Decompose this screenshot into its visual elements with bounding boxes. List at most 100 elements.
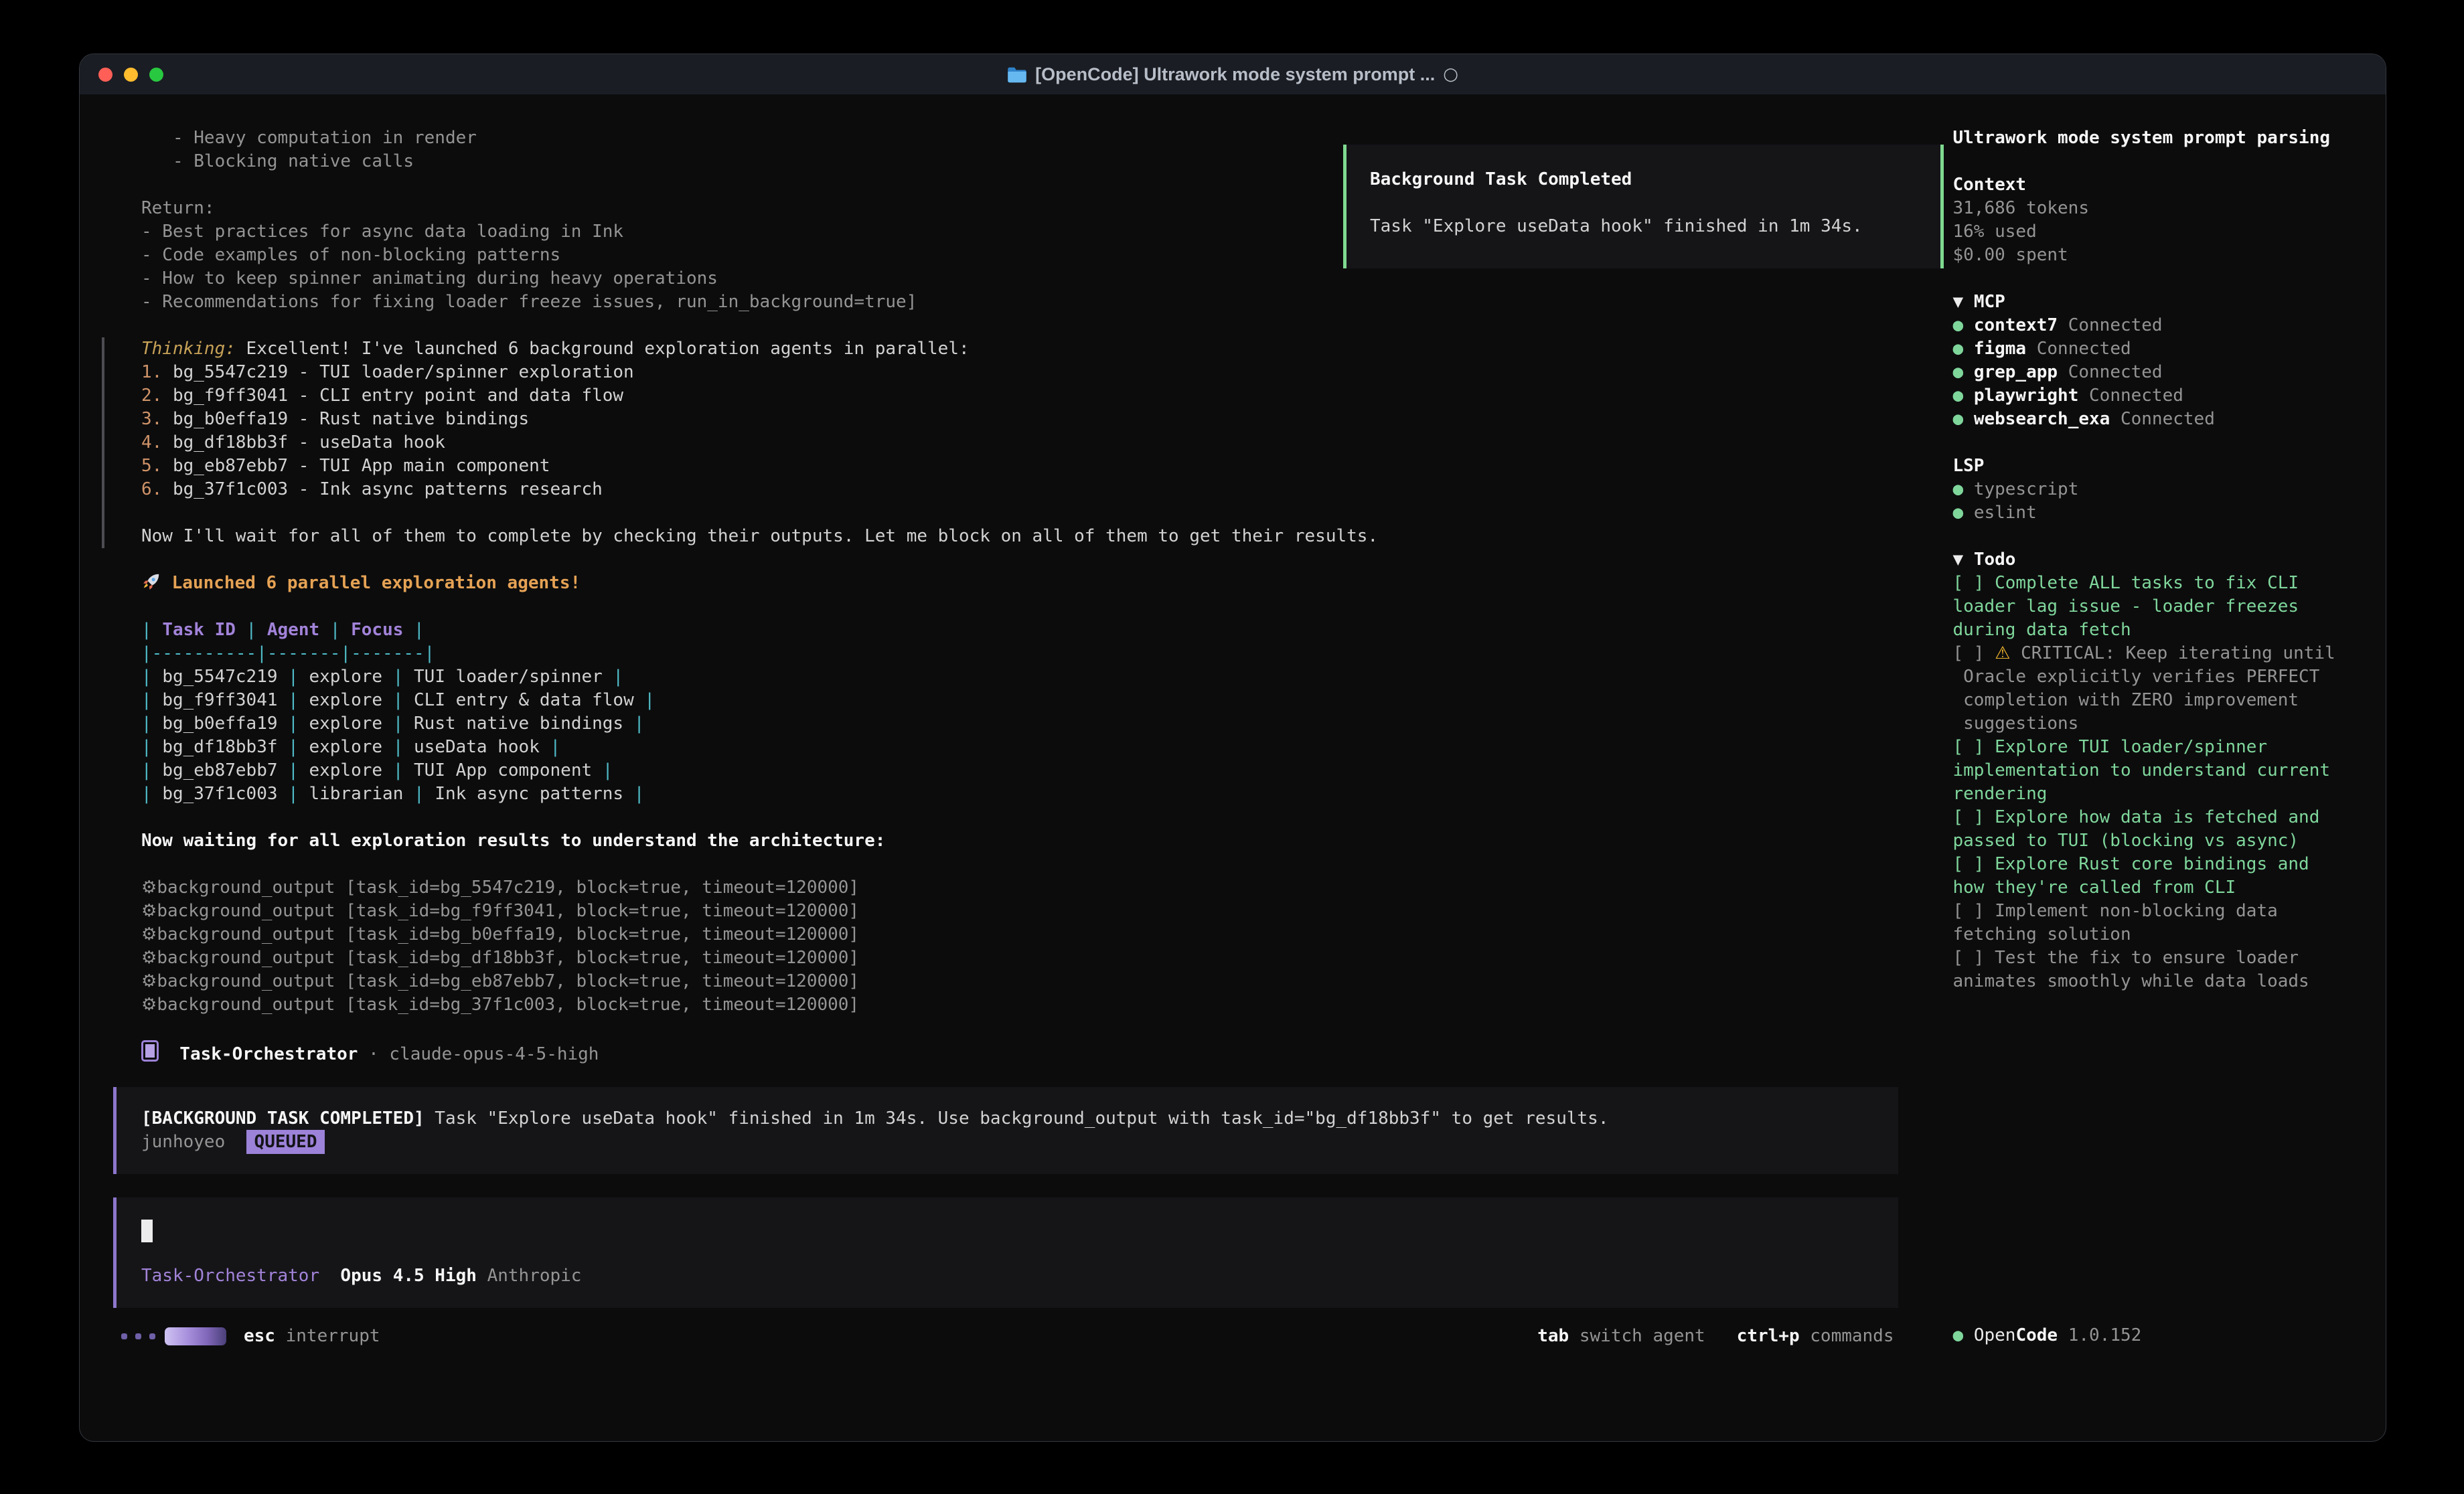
terminal-line: 1. bg_5547c219 - TUI loader/spinner expl… <box>102 361 1948 384</box>
mcp-item: ● context7 Connected <box>1953 314 2386 337</box>
folder-icon <box>1007 64 1027 85</box>
titlebar: [OpenCode] Ultrawork mode system prompt … <box>80 54 2386 94</box>
terminal-line <box>102 501 1948 525</box>
interrupt-hint-wrap: esc interrupt <box>244 1325 380 1348</box>
table-row: | bg_37f1c003 | librarian | Ink async pa… <box>80 782 1948 806</box>
background-task-notification: Background Task Completed Task "Explore … <box>1343 145 1944 268</box>
tool-call: ⚙background_output [task_id=bg_eb87ebb7,… <box>80 970 1948 993</box>
context-header: Context <box>1953 173 2386 197</box>
table-row: | bg_eb87ebb7 | explore | TUI App compon… <box>80 759 1948 782</box>
mcp-item: ● figma Connected <box>1953 337 2386 361</box>
session-title: Ultrawork mode system prompt parsing <box>1953 127 2386 150</box>
todo-item: how they're called from CLI <box>1953 876 2386 900</box>
sidebar-sections: Ultrawork mode system prompt parsing Cont… <box>1953 127 2386 993</box>
gear-icon: ⚙ <box>141 948 157 968</box>
interrupt-hint: esc interrupt <box>244 1325 380 1348</box>
context-tokens: 31,686 tokens <box>1953 197 2386 220</box>
tool-call: ⚙background_output [task_id=bg_df18bb3f,… <box>80 946 1948 970</box>
todo-item: [ ] Implement non-blocking data <box>1953 900 2386 923</box>
table-row: | bg_b0effa19 | explore | Rust native bi… <box>80 712 1948 736</box>
working-spinner-icon <box>165 1327 226 1345</box>
spinner-dot-icon <box>135 1333 141 1339</box>
todo-item: completion with ZERO improvement <box>1953 689 2386 712</box>
spinner-dot-icon <box>121 1333 127 1339</box>
todo-item: during data fetch <box>1953 618 2386 642</box>
mcp-item: ● grep_app Connected <box>1953 361 2386 384</box>
notification-body: Task "Explore useData hook" finished in … <box>1370 216 1863 236</box>
todo-item: implementation to understand current <box>1953 759 2386 782</box>
todo-item: animates smoothly while data loads <box>1953 970 2386 993</box>
section-toggle-todo[interactable]: ▼ Todo <box>1953 548 2386 572</box>
traffic-lights <box>80 68 163 82</box>
window-title-area: [OpenCode] Ultrawork mode system prompt … <box>80 54 2386 94</box>
tool-call: ⚙background_output [task_id=bg_5547c219,… <box>80 876 1948 900</box>
close-button[interactable] <box>98 68 112 82</box>
sidebar[interactable]: Ultrawork mode system prompt parsing Cont… <box>1948 94 2386 1441</box>
gear-icon: ⚙ <box>141 878 157 898</box>
tool-call: ⚙background_output [task_id=bg_f9ff3041,… <box>80 900 1948 923</box>
mcp-item: ● websearch_exa Connected <box>1953 408 2386 431</box>
text-cursor <box>141 1220 153 1242</box>
terminal-line <box>80 548 1948 572</box>
input-footer-row: Task-Orchestrator Opus 4.5 High Anthropi… <box>141 1264 1878 1288</box>
agent-square-icon <box>141 1040 159 1062</box>
system-message-panel: [BACKGROUND TASK COMPLETED] Task "Explor… <box>113 1087 1898 1174</box>
table-row: | bg_df18bb3f | explore | useData hook | <box>80 736 1948 759</box>
gear-icon: ⚙ <box>141 971 157 991</box>
message-meta: junhoyeo QUEUED <box>141 1131 1878 1154</box>
terminal-line: 5. bg_eb87ebb7 - TUI App main component <box>102 454 1948 478</box>
terminal-line: 6. bg_37f1c003 - Ink async patterns rese… <box>102 478 1948 501</box>
todo-item: suggestions <box>1953 712 2386 736</box>
main-column: - Heavy computation in render - Blocking… <box>80 94 1948 1441</box>
gear-icon: ⚙ <box>141 995 157 1015</box>
lsp-item: ● eslint <box>1953 501 2386 525</box>
mcp-item: ● playwright Connected <box>1953 384 2386 408</box>
todo-item: Oracle explicitly verifies PERFECT <box>1953 665 2386 689</box>
lsp-item: ● typescript <box>1953 478 2386 501</box>
todo-item: [ ] Explore TUI loader/spinner <box>1953 736 2386 759</box>
system-message: [BACKGROUND TASK COMPLETED] Task "Explor… <box>141 1107 1878 1131</box>
terminal-line: 3. bg_b0effa19 - Rust native bindings <box>102 408 1948 431</box>
statusbar: esc interrupt tab switch agent ctrl+p co… <box>80 1325 1948 1348</box>
prompt-input-panel[interactable]: Task-Orchestrator Opus 4.5 High Anthropi… <box>113 1197 1898 1308</box>
lsp-header: LSP <box>1953 454 2386 478</box>
terminal-line: Now I'll wait for all of them to complet… <box>102 525 1948 548</box>
proxy-circle-icon: ○ <box>1443 64 1458 84</box>
statusbar-right: tab switch agent ctrl+p commands <box>1537 1325 1894 1348</box>
app-window: [OpenCode] Ultrawork mode system prompt … <box>79 54 2386 1442</box>
todo-item: loader lag issue - loader freezes <box>1953 595 2386 618</box>
terminal-line <box>1953 150 2386 173</box>
warning-icon: ⚠ <box>1995 643 2010 663</box>
keyboard-hints: tab switch agent ctrl+p commands <box>1537 1325 1894 1348</box>
section-toggle-mcp[interactable]: ▼ MCP <box>1953 290 2386 314</box>
terminal-line <box>80 314 1948 337</box>
terminal-line <box>1953 525 2386 548</box>
gear-icon: ⚙ <box>141 924 157 944</box>
terminal-line <box>80 1017 1948 1040</box>
terminal-line: 2. bg_f9ff3041 - CLI entry point and dat… <box>102 384 1948 408</box>
context-used: 16% used <box>1953 220 2386 244</box>
input-line[interactable] <box>141 1218 1878 1244</box>
statusbar-left: esc interrupt <box>121 1325 380 1348</box>
rocket-icon <box>141 573 161 593</box>
app-version: ● OpenCode 1.0.152 <box>1953 1324 2386 1347</box>
input-footer: Task-Orchestrator Opus 4.5 High Anthropi… <box>141 1264 1878 1288</box>
terminal-line <box>1953 431 2386 454</box>
zoom-button[interactable] <box>149 68 163 82</box>
launch-banner: Launched 6 parallel exploration agents! <box>80 572 1948 595</box>
terminal-line: 4. bg_df18bb3f - useData hook <box>102 431 1948 454</box>
table-row: | bg_f9ff3041 | explore | CLI entry & da… <box>80 689 1948 712</box>
terminal-line <box>80 806 1948 829</box>
terminal-content: - Heavy computation in render - Blocking… <box>80 94 2386 1441</box>
table-divider-row: |----------|-------|-------| <box>80 642 1948 665</box>
agent-attribution: Task-Orchestrator · claude-opus-4-5-high <box>80 1040 1948 1064</box>
terminal-line: Thinking: Excellent! I've launched 6 bac… <box>102 337 1948 361</box>
todo-item: rendering <box>1953 782 2386 806</box>
minimize-button[interactable] <box>124 68 138 82</box>
todo-item: [ ] Explore Rust core bindings and <box>1953 853 2386 876</box>
terminal-line <box>80 595 1948 618</box>
terminal-line: - How to keep spinner animating during h… <box>80 267 1948 290</box>
todo-item: [ ] Test the fix to ensure loader <box>1953 946 2386 970</box>
todo-item: [ ] ⚠ CRITICAL: Keep iterating until <box>1953 642 2386 665</box>
tool-call: ⚙background_output [task_id=bg_b0effa19,… <box>80 923 1948 946</box>
